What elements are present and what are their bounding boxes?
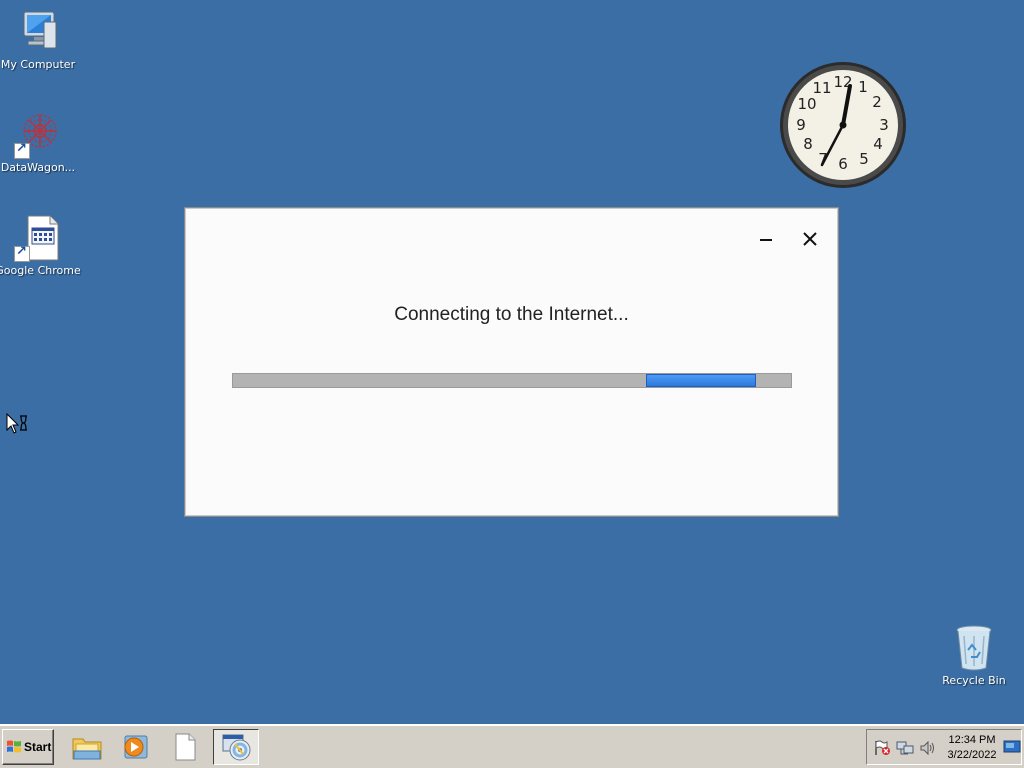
svg-text:4: 4 [873,135,883,153]
busy-cursor-icon [6,412,30,435]
clock-date[interactable]: 3/22/2022 [939,749,1005,761]
clock-gadget[interactable]: 12 1 2 3 4 5 6 7 8 9 10 11 [778,60,908,190]
application-file-icon [14,214,62,262]
action-center-flag-icon[interactable] [873,740,891,756]
desktop-icon-label: My Computer [0,58,76,71]
svg-text:9: 9 [796,116,806,134]
svg-text:11: 11 [812,79,831,97]
desktop: My Computer DataWagon... [0,0,1024,724]
recycle-bin-icon [950,624,998,672]
desktop-icon-label: DataWagon... [0,161,76,174]
computer-icon [14,8,62,56]
taskbar-cd-setup[interactable] [213,729,259,765]
status-message: Connecting to the Internet... [394,304,629,325]
taskbar-file-explorer[interactable] [64,729,110,765]
shortcut-arrow-icon [14,141,30,159]
connecting-dialog: Connecting to the Internet... [184,207,839,517]
datawagon-icon [14,111,62,159]
analog-clock-icon: 12 1 2 3 4 5 6 7 8 9 10 11 [780,62,906,188]
minimize-button[interactable] [752,228,780,250]
taskbar: Start 12:34 PM 3/22/2022 [0,724,1024,768]
progress-bar [232,373,792,388]
svg-text:8: 8 [803,135,813,153]
svg-text:6: 6 [838,155,848,173]
blank-document-icon [175,733,196,761]
desktop-icon-datawagon[interactable]: DataWagon... [0,111,76,174]
progress-bar-fill [646,374,756,387]
show-desktop-icon[interactable] [1003,739,1021,755]
desktop-icon-label: Google Chrome [0,264,81,277]
close-icon [803,232,817,246]
taskbar-media-player[interactable] [112,729,158,765]
desktop-icon-my-computer[interactable]: My Computer [0,8,76,71]
network-icon[interactable] [896,740,914,756]
windows-logo-icon [7,740,21,753]
desktop-icon-label: Recycle Bin [942,674,1006,687]
minimize-icon [760,239,772,241]
close-button[interactable] [796,228,824,250]
start-label: Start [24,740,52,754]
desktop-icon-recycle-bin[interactable]: Recycle Bin [936,624,1012,687]
taskbar-blank-document[interactable] [162,729,208,765]
desktop-icon-google-chrome[interactable]: Google Chrome [0,214,81,277]
svg-text:5: 5 [859,150,869,168]
file-explorer-icon [72,738,102,760]
volume-icon[interactable] [919,740,937,756]
svg-text:3: 3 [879,116,889,134]
svg-text:2: 2 [872,93,882,111]
svg-text:1: 1 [858,78,868,96]
system-tray: 12:34 PM 3/22/2022 [866,729,1022,765]
start-button[interactable]: Start [2,729,54,765]
shortcut-arrow-icon [14,244,30,262]
clock-time[interactable]: 12:34 PM [939,734,1005,746]
media-player-icon [124,735,148,759]
svg-text:10: 10 [797,95,816,113]
cd-setup-icon [222,734,251,761]
